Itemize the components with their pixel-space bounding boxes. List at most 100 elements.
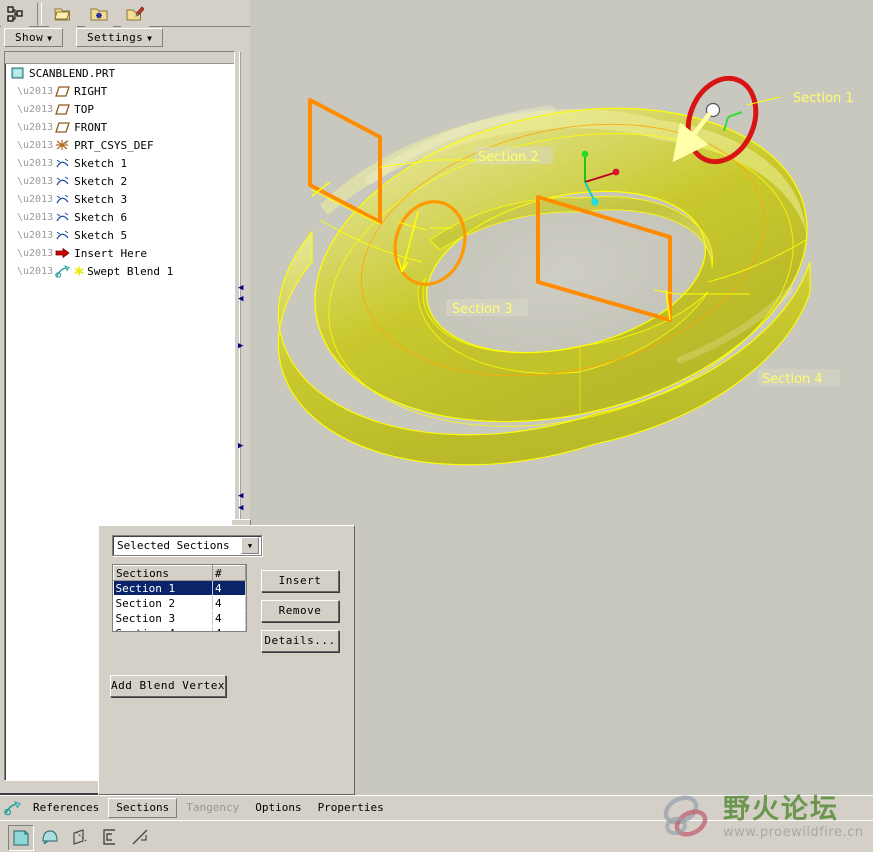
coordinate-system-icon [54,138,71,152]
shaded-display-icon[interactable] [8,825,34,851]
tree-item-label: Swept Blend 1 [87,264,174,278]
tree-item-sketch-1[interactable]: \u2013 Sketch 1 [5,154,234,172]
splitter-right-arrow-icon[interactable]: ▶ [238,342,243,351]
tree-item-label: PRT_CSYS_DEF [74,138,154,152]
tree-branch-line: \u2013 [17,247,54,259]
hidden-line-icon[interactable] [68,825,92,849]
active-feature-marker-icon [74,264,84,278]
dashboard-tabbar: References Sections Tangency Options Pro… [0,795,873,820]
tree-item-sketch-6[interactable]: \u2013 Sketch 6 [5,208,234,226]
tree-item-insert-here[interactable]: \u2013 Insert Here [5,244,234,262]
tree-item-sketch-3[interactable]: \u2013 Sketch 3 [5,190,234,208]
sections-table-container[interactable]: Sections # Section 1 4 Section 2 4 Secti… [112,564,247,632]
datum-display-icon[interactable] [128,825,152,849]
model-tree-column-header [5,52,234,64]
new-folder-icon[interactable] [84,1,113,27]
details-button[interactable]: Details... [261,630,339,652]
tab-options[interactable]: Options [248,799,308,817]
display-style-toolbar [0,820,873,852]
datum-plane-icon [54,102,71,116]
swept-blend-icon [54,264,71,278]
column-header-count: # [211,565,246,581]
settings-menu-label: Settings [86,31,144,44]
tree-item-label: Sketch 5 [74,228,128,242]
sections-dashboard-panel: Selected Sections ▼ Sections # Section 1… [98,525,355,795]
section-4-label[interactable]: Section 4 [762,372,823,387]
tree-toolbar [0,0,250,27]
tab-properties[interactable]: Properties [311,799,391,817]
tab-sections[interactable]: Sections [108,798,178,818]
datum-plane-icon [54,84,71,98]
open-folder-icon[interactable] [49,1,78,27]
sketch-icon [54,174,71,188]
remove-button[interactable]: Remove [261,600,339,622]
no-hidden-icon[interactable] [38,825,62,849]
part-icon [9,66,26,80]
table-row[interactable]: Section 3 4 [113,610,246,626]
cell-section-name: Section 2 [113,595,213,611]
tree-item-swept-blend-1[interactable]: \u2013 Swept Blend 1 [5,262,234,280]
sketch-icon [54,228,71,242]
chevron-down-icon[interactable]: ▼ [241,537,259,554]
application-window: Section 1 Section 2 Section 3 Section 4 [0,0,873,852]
tree-item-top[interactable]: \u2013 TOP [5,100,234,118]
tree-item-label: Sketch 2 [74,174,128,188]
tree-item-label: Sketch 6 [74,210,128,224]
tree-item-label: SCANBLEND.PRT [29,66,116,80]
sketch-icon [54,156,71,170]
sketch-icon [54,192,71,206]
tree-item-label: RIGHT [74,84,108,98]
section-1-label[interactable]: Section 1 [793,91,854,106]
tab-references[interactable]: References [26,799,106,817]
splitter-right-arrow-icon[interactable]: ▶ [238,442,243,451]
tree-item-right[interactable]: \u2013 RIGHT [5,82,234,100]
sketch-icon [54,210,71,224]
section-type-value: Selected Sections [117,539,230,552]
section-3-label[interactable]: Section 3 [452,302,513,317]
toolbar-separator [36,2,42,26]
splitter-left-arrow-icon[interactable]: ◀ [238,284,243,293]
folder-tools-icon[interactable] [120,1,149,27]
cell-section-name: Section 4 [113,625,213,631]
tree-branch-line: \u2013 [17,211,54,223]
tree-branch-line: \u2013 [17,103,54,115]
tree-item-sketch-2[interactable]: \u2013 Sketch 2 [5,172,234,190]
insert-here-icon [54,246,71,260]
tree-filters-icon[interactable] [1,1,29,27]
tree-item-root[interactable]: SCANBLEND.PRT [5,64,234,82]
tree-branch-line: \u2013 [17,193,54,205]
show-menu-label: Show [15,31,44,44]
splitter-left-arrow-icon[interactable]: ◀ [238,492,243,501]
tree-item-label: Insert Here [74,246,147,260]
swept-blend-icon [0,800,26,816]
tree-item-prt-csys-def[interactable]: \u2013 PRT_CSYS_DEF [5,136,234,154]
table-row[interactable]: Section 2 4 [113,595,246,611]
insert-button[interactable]: Insert [261,570,339,592]
add-blend-vertex-button[interactable]: Add Blend Vertex [110,675,226,697]
show-menu-button[interactable]: Show ▼ [4,28,64,47]
tree-item-label: TOP [74,102,94,116]
table-header-row: Sections # [113,565,246,581]
section-type-combo[interactable]: Selected Sections ▼ [112,535,262,556]
splitter-left-arrow-icon[interactable]: ◀ [238,295,243,304]
tree-menubar: Show ▼ Settings ▼ [0,27,250,49]
sections-table: Sections # Section 1 4 Section 2 4 Secti… [113,565,246,631]
tree-branch-line: \u2013 [17,265,54,277]
table-row[interactable]: Section 1 4 [113,580,246,596]
cell-section-count: 4 [212,595,246,611]
settings-menu-button[interactable]: Settings ▼ [75,28,164,47]
tree-branch-line: \u2013 [17,175,54,187]
chevron-down-icon: ▼ [147,34,153,43]
tree-branch-line: \u2013 [17,229,54,241]
column-header-sections: Sections [113,565,213,581]
cell-section-count: 4 [212,610,246,626]
panel-splitter[interactable]: ◀ ◀ ▶ ▶ ◀ ◀ [236,52,250,580]
tree-item-front[interactable]: \u2013 FRONT [5,118,234,136]
tree-branch-line: \u2013 [17,139,54,151]
tree-item-sketch-5[interactable]: \u2013 Sketch 5 [5,226,234,244]
splitter-left-arrow-icon[interactable]: ◀ [238,504,243,513]
table-row[interactable]: Section 4 4 [113,625,246,631]
tree-branch-line: \u2013 [17,85,54,97]
wireframe-icon[interactable] [98,825,122,849]
section-2-label[interactable]: Section 2 [478,150,539,165]
